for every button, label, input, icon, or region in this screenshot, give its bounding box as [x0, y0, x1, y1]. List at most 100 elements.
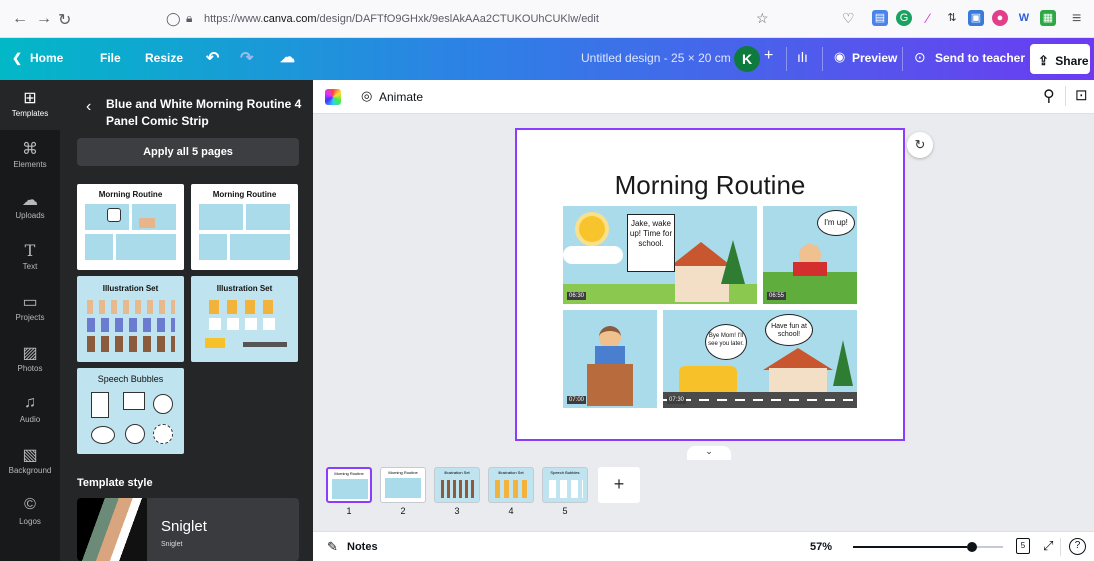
refresh-design-icon[interactable]: ↻ — [907, 132, 933, 158]
template-page-thumb-4[interactable]: Illustration Set — [191, 276, 298, 362]
sheets-extension-icon[interactable]: ▦ — [1040, 10, 1056, 26]
send-to-teacher-button[interactable]: Send to teacher — [935, 51, 1025, 65]
home-button[interactable]: Home — [30, 51, 63, 65]
design-page[interactable]: Morning Routine Jake, wake up! Time for … — [515, 128, 905, 441]
apply-all-pages-button[interactable]: Apply all 5 pages — [77, 138, 299, 166]
back-icon[interactable]: ← — [12, 10, 28, 28]
house-wall — [769, 368, 827, 392]
screenshot-extension-icon[interactable]: ▣ — [968, 10, 984, 26]
sidebar-item-audio[interactable]: ♫ Audio — [0, 386, 60, 436]
zoom-slider-thumb[interactable] — [967, 542, 977, 552]
resize-button[interactable]: Resize — [145, 51, 183, 65]
photos-icon: ▨ — [22, 345, 38, 362]
avatar[interactable]: K — [734, 46, 760, 72]
sidebar-item-text[interactable]: T Text — [0, 233, 60, 283]
redo-icon[interactable]: ↷ — [240, 48, 253, 68]
comic-panel-2[interactable]: I'm up! 06:55 — [763, 206, 857, 304]
thumb-bubble — [123, 392, 145, 410]
bookmark-star-icon[interactable]: ☆ — [756, 10, 769, 27]
show-pages-chevron-icon[interactable]: ⌄ — [687, 446, 731, 460]
add-collaborator-icon[interactable]: + — [764, 47, 773, 65]
sidebar-item-templates[interactable]: ⊞ Templates — [0, 80, 60, 130]
lock-icon[interactable]: ⊡ — [1075, 86, 1088, 104]
sidebar-item-elements[interactable]: ⌘ Elements — [0, 131, 60, 181]
undo-icon[interactable]: ↶ — [206, 48, 219, 68]
speech-bubble-3[interactable]: Bye Mom! I'll see you later. — [705, 324, 747, 360]
zoom-slider-track[interactable] — [853, 542, 1003, 552]
share-button[interactable]: ⇪ Share — [1030, 44, 1090, 74]
add-page-button[interactable]: + — [598, 467, 640, 503]
template-style-card[interactable]: Sniglet Sniglet — [77, 498, 299, 561]
thumb-clouds-row — [209, 318, 279, 330]
thumb-panel — [85, 234, 113, 260]
thumb-panel — [246, 204, 290, 230]
preview-button[interactable]: Preview — [852, 51, 897, 65]
notes-button[interactable]: Notes — [347, 541, 378, 553]
color-extension-icon[interactable]: ● — [992, 10, 1008, 26]
thumb-characters-row — [87, 336, 175, 352]
cloud-icon — [563, 246, 623, 264]
chevron-left-icon[interactable]: ❮ — [12, 51, 22, 65]
grammarly-extension-icon[interactable]: G — [896, 10, 912, 26]
back-chevron-icon[interactable]: ‹ — [86, 98, 91, 116]
template-page-thumb-5[interactable]: Speech Bubbles — [77, 368, 184, 454]
insights-icon[interactable]: ılı — [797, 49, 808, 65]
template-page-thumb-2[interactable]: Morning Routine — [191, 184, 298, 270]
page-thumb-content — [495, 480, 529, 498]
page-thumb-1[interactable]: Morning Routine — [326, 467, 372, 503]
translate-extension-icon[interactable]: ⇅ — [944, 10, 960, 26]
style-font-name: Sniglet — [161, 518, 207, 535]
comic-panel-3[interactable]: 07:00 — [563, 310, 657, 408]
document-title[interactable]: Untitled design - 25 × 20 cm — [581, 51, 731, 65]
uploads-icon: ☁ — [22, 192, 38, 209]
paint-format-icon[interactable]: ⚲ — [1043, 86, 1055, 106]
sidebar-item-logos[interactable]: © Logos — [0, 488, 60, 538]
page-thumb-3[interactable]: Illustration Set — [434, 467, 480, 503]
address-bar[interactable]: ◯ 🔒︎ https://www.canva.com/design/DAFTfO… — [160, 6, 780, 32]
share-label: Share — [1055, 54, 1089, 68]
sun-icon — [579, 216, 605, 242]
docs-extension-icon[interactable]: ▤ — [872, 10, 888, 26]
reload-icon[interactable]: ↻ — [58, 10, 71, 30]
speech-bubble-4[interactable]: Have fun at school! — [765, 314, 813, 346]
page-thumb-4[interactable]: Illustration Set — [488, 467, 534, 503]
thumb-caption: Illustration Set — [216, 284, 273, 293]
shield-icon[interactable]: ◯ — [166, 11, 181, 27]
sidebar-item-label: Audio — [19, 415, 41, 424]
design-title[interactable]: Morning Routine — [517, 170, 903, 201]
page-count-button[interactable]: 5 — [1016, 538, 1030, 554]
forward-icon[interactable]: → — [36, 10, 52, 28]
word-extension-icon[interactable]: W — [1016, 10, 1032, 26]
template-style-heading: Template style — [77, 477, 153, 489]
pen-extension-icon[interactable]: ⁄ — [920, 10, 936, 26]
thumb-bubble — [107, 208, 121, 222]
template-page-thumb-1[interactable]: Morning Routine — [77, 184, 184, 270]
comic-panel-4[interactable]: Bye Mom! I'll see you later. Have fun at… — [663, 310, 857, 408]
thumb-house — [139, 218, 155, 228]
speech-bubble-1[interactable]: Jake, wake up! Time for school. — [627, 214, 675, 272]
sidebar-item-photos[interactable]: ▨ Photos — [0, 335, 60, 385]
templates-panel: ‹ Blue and White Morning Routine 4 Panel… — [60, 80, 313, 561]
comic-panel-1[interactable]: Jake, wake up! Time for school. 06:30 — [563, 206, 757, 304]
speech-bubble-2[interactable]: I'm up! — [817, 210, 855, 236]
zoom-value[interactable]: 57% — [810, 541, 832, 553]
color-picker-icon[interactable] — [325, 89, 341, 105]
url-prefix: https://www. — [204, 13, 264, 25]
page-thumb-2[interactable]: Morning Routine — [380, 467, 426, 503]
fullscreen-icon[interactable]: ⤢ — [1043, 538, 1053, 554]
divider — [902, 47, 903, 71]
menu-icon[interactable]: ≡ — [1072, 10, 1081, 28]
audio-icon: ♫ — [24, 394, 36, 411]
sidebar-item-uploads[interactable]: ☁ Uploads — [0, 182, 60, 232]
cloud-saved-icon[interactable]: ☁ — [280, 48, 295, 66]
animate-button[interactable]: Animate — [379, 90, 423, 104]
thumb-road — [243, 342, 287, 347]
sidebar-item-background[interactable]: ▧ Background — [0, 437, 60, 487]
help-button[interactable]: ? — [1069, 538, 1086, 555]
page-thumb-5[interactable]: Speech Bubbles — [542, 467, 588, 503]
sidebar-item-projects[interactable]: ▭ Projects — [0, 284, 60, 334]
pocket-icon[interactable]: ♡ — [842, 10, 855, 27]
url-text[interactable]: https://www.canva.com/design/DAFTfO9GHxk… — [204, 13, 599, 25]
file-menu-button[interactable]: File — [100, 51, 121, 65]
template-page-thumb-3[interactable]: Illustration Set — [77, 276, 184, 362]
